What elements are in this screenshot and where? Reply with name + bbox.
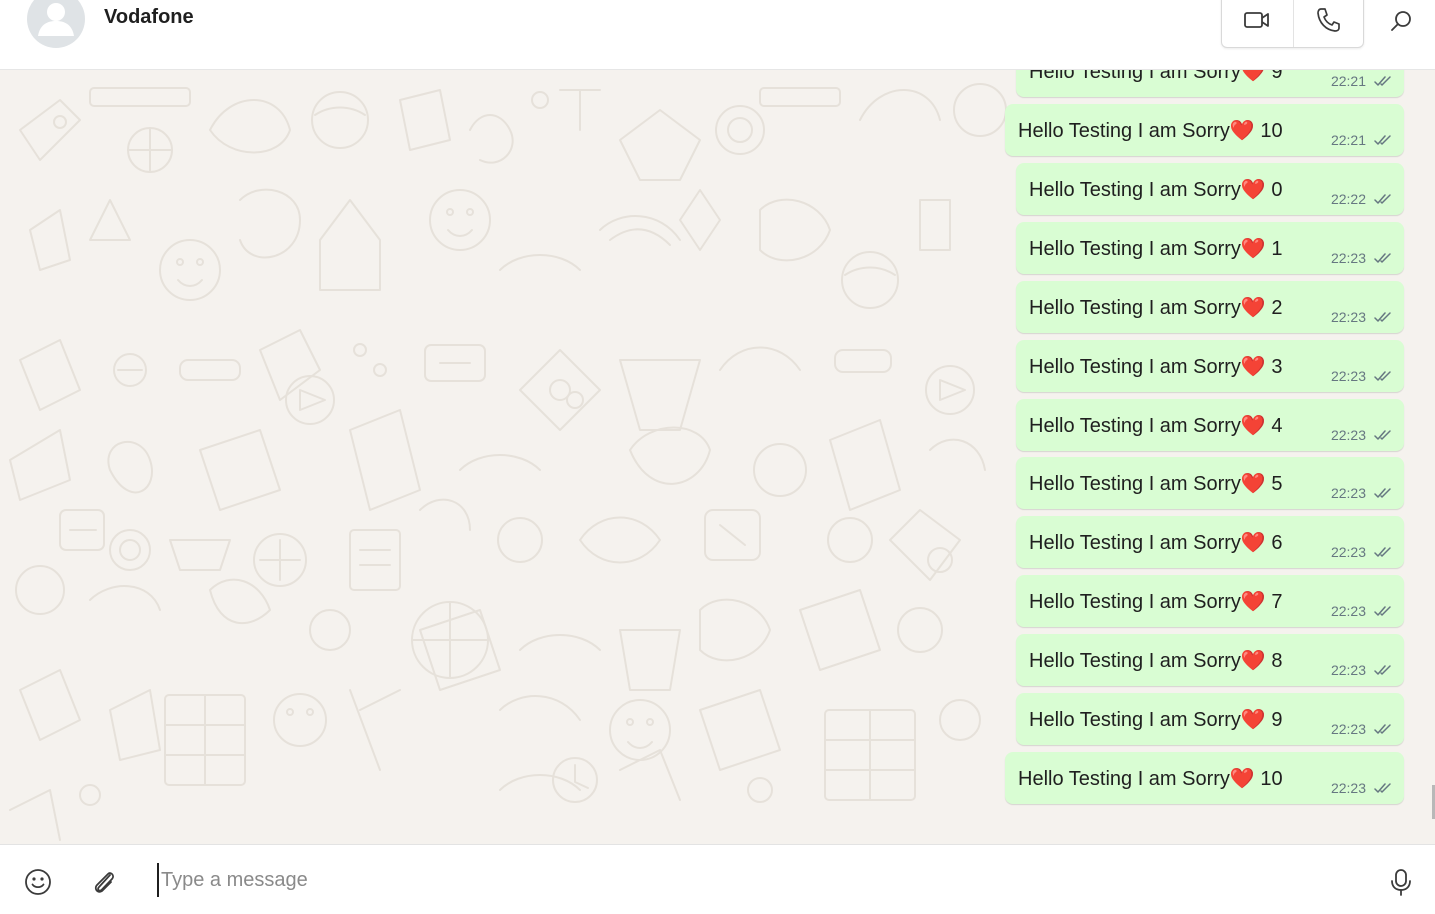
message-text: Hello Testing I am Sorry❤️ 1 — [1029, 238, 1283, 260]
message-text: Hello Testing I am Sorry❤️ 8 — [1029, 650, 1283, 672]
message-text: Hello Testing I am Sorry❤️ 3 — [1029, 356, 1283, 378]
message-time: 22:23 — [1330, 250, 1366, 266]
double-check-icon — [1374, 430, 1391, 440]
message-meta: 22:21 — [1331, 73, 1392, 89]
microphone-icon — [1391, 869, 1411, 896]
double-check-icon — [1374, 253, 1391, 263]
message-time: 22:23 — [1330, 544, 1366, 560]
video-camera-icon — [1244, 12, 1270, 28]
message-time: 22:21 — [1330, 73, 1366, 89]
smiley-icon — [25, 869, 51, 895]
emoji-button[interactable] — [23, 867, 53, 897]
message-text: Hello Testing I am Sorry❤️ 10 — [1018, 768, 1283, 790]
message-bubble[interactable]: Hello Testing I am Sorry❤️ 0 22:22 — [1016, 163, 1404, 215]
message-time: 22:21 — [1330, 132, 1366, 148]
message-meta: 22:23 — [1331, 721, 1392, 737]
contact-avatar[interactable] — [27, 0, 85, 48]
message-input[interactable] — [157, 863, 1357, 897]
double-check-icon — [1374, 135, 1391, 145]
message-time: 22:23 — [1330, 485, 1366, 501]
message-bubble[interactable]: Hello Testing I am Sorry❤️ 10 22:23 — [1005, 752, 1404, 804]
message-meta: 22:23 — [1331, 603, 1392, 619]
message-text: Hello Testing I am Sorry❤️ 7 — [1029, 591, 1283, 613]
message-text: Hello Testing I am Sorry❤️ 2 — [1029, 297, 1283, 319]
search-button[interactable] — [1384, 4, 1418, 38]
message-time: 22:23 — [1330, 780, 1366, 796]
phone-icon — [1317, 8, 1341, 32]
double-check-icon — [1374, 194, 1391, 204]
double-check-icon — [1374, 312, 1391, 322]
message-bubble[interactable]: Hello Testing I am Sorry❤️ 3 22:23 — [1016, 340, 1404, 392]
message-text: Hello Testing I am Sorry❤️ 6 — [1029, 532, 1283, 554]
message-bubble[interactable]: Hello Testing I am Sorry❤️ 2 22:23 — [1016, 281, 1404, 333]
message-meta: 22:23 — [1331, 662, 1392, 678]
whatsapp-chat-window: Vodafone Hello Testing I am Sorry❤️ 9 22… — [0, 0, 1435, 914]
voice-call-button[interactable] — [1292, 0, 1364, 47]
call-button-group — [1221, 0, 1364, 48]
message-meta: 22:22 — [1331, 191, 1392, 207]
message-meta: 22:23 — [1331, 544, 1392, 560]
double-check-icon — [1374, 488, 1391, 498]
message-text: Hello Testing I am Sorry❤️ 9 — [1029, 709, 1283, 731]
message-time: 22:23 — [1330, 603, 1366, 619]
message-bubble[interactable]: Hello Testing I am Sorry❤️ 9 22:21 — [1016, 70, 1404, 97]
voice-message-button[interactable] — [1387, 867, 1415, 897]
message-list[interactable]: Hello Testing I am Sorry❤️ 9 22:21 Hello T… — [0, 70, 1435, 844]
double-check-icon — [1374, 783, 1391, 793]
message-time: 22:22 — [1330, 191, 1366, 207]
message-text: Hello Testing I am Sorry❤️ 9 — [1029, 70, 1283, 83]
message-meta: 22:23 — [1331, 485, 1392, 501]
contact-name[interactable]: Vodafone — [104, 6, 194, 29]
message-bubble[interactable]: Hello Testing I am Sorry❤️ 9 22:23 — [1016, 693, 1404, 745]
message-meta: 22:23 — [1331, 250, 1392, 266]
message-text: Hello Testing I am Sorry❤️ 10 — [1018, 120, 1283, 142]
message-meta: 22:23 — [1331, 368, 1392, 384]
message-meta: 22:23 — [1331, 309, 1392, 325]
search-icon — [1391, 11, 1411, 31]
message-time: 22:23 — [1330, 721, 1366, 737]
message-meta: 22:23 — [1331, 780, 1392, 796]
message-meta: 22:23 — [1331, 427, 1392, 443]
double-check-icon — [1374, 724, 1391, 734]
double-check-icon — [1374, 665, 1391, 675]
message-bubble[interactable]: Hello Testing I am Sorry❤️ 7 22:23 — [1016, 575, 1404, 627]
message-text: Hello Testing I am Sorry❤️ 5 — [1029, 473, 1283, 495]
chat-header: Vodafone — [0, 0, 1435, 70]
message-time: 22:23 — [1330, 368, 1366, 384]
message-text: Hello Testing I am Sorry❤️ 0 — [1029, 179, 1283, 201]
message-time: 22:23 — [1330, 309, 1366, 325]
double-check-icon — [1374, 606, 1391, 616]
message-composer — [0, 844, 1435, 914]
double-check-icon — [1374, 547, 1391, 557]
message-bubble[interactable]: Hello Testing I am Sorry❤️ 10 22:21 — [1005, 104, 1404, 156]
message-bubble[interactable]: Hello Testing I am Sorry❤️ 5 22:23 — [1016, 457, 1404, 509]
video-call-button[interactable] — [1222, 0, 1293, 47]
message-bubble[interactable]: Hello Testing I am Sorry❤️ 4 22:23 — [1016, 399, 1404, 451]
double-check-icon — [1374, 76, 1391, 86]
message-bubble[interactable]: Hello Testing I am Sorry❤️ 8 22:23 — [1016, 634, 1404, 686]
message-meta: 22:21 — [1331, 132, 1392, 148]
message-bubble[interactable]: Hello Testing I am Sorry❤️ 1 22:23 — [1016, 222, 1404, 274]
message-text: Hello Testing I am Sorry❤️ 4 — [1029, 415, 1283, 437]
paperclip-icon — [94, 872, 114, 893]
message-bubble[interactable]: Hello Testing I am Sorry❤️ 6 22:23 — [1016, 516, 1404, 568]
default-avatar-icon — [38, 3, 74, 36]
message-time: 22:23 — [1330, 662, 1366, 678]
attach-button[interactable] — [90, 867, 118, 897]
message-time: 22:23 — [1330, 427, 1366, 443]
double-check-icon — [1374, 371, 1391, 381]
